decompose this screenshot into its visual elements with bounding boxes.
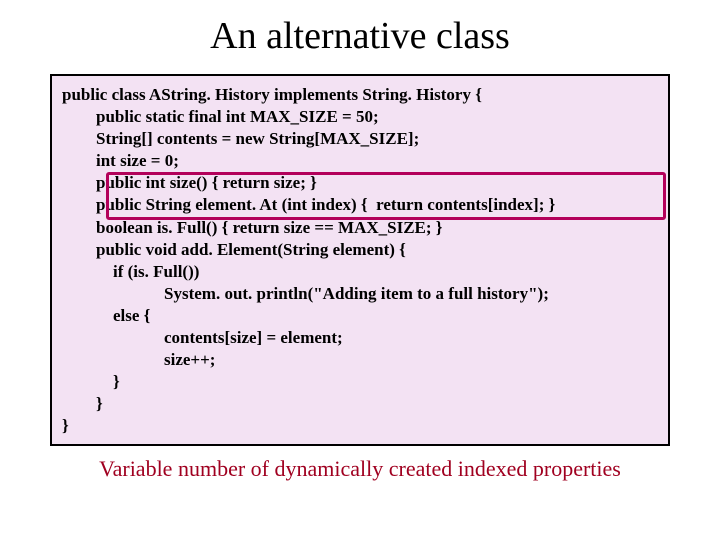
slide-title: An alternative class [0,14,720,58]
code-content: public class AString. History implements… [62,84,658,438]
caption-text: Variable number of dynamically created i… [0,456,720,482]
code-block: public class AString. History implements… [50,74,670,446]
